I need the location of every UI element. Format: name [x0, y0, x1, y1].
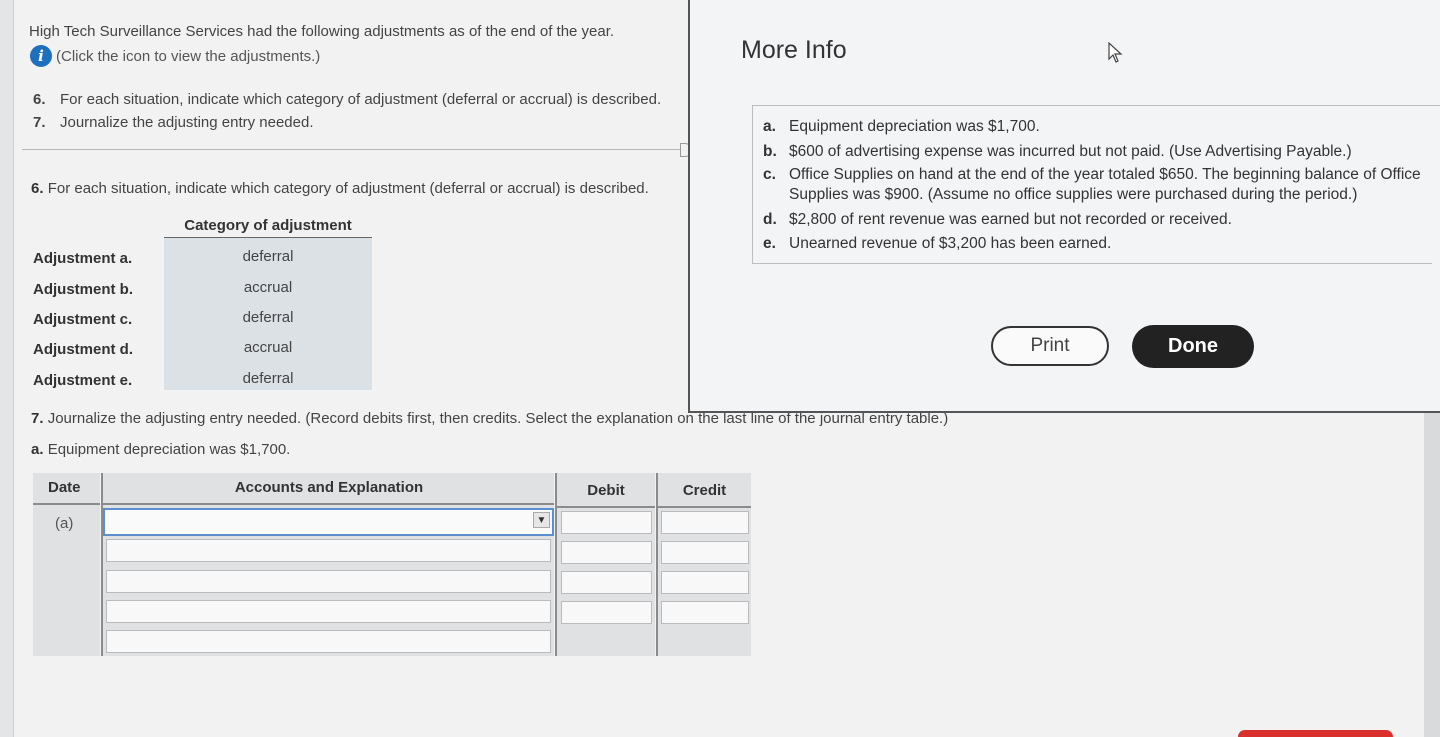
category-answer[interactable]: deferral: [164, 370, 372, 387]
table-row: Adjustment a. deferral: [31, 244, 372, 274]
debit-input[interactable]: [561, 571, 652, 594]
print-button[interactable]: Print: [991, 326, 1109, 366]
debit-input[interactable]: [561, 511, 652, 534]
credit-input[interactable]: [661, 511, 749, 534]
adjustment-a-prompt: a. Equipment depreciation was $1,700.: [31, 441, 291, 458]
list-item: c. Office Supplies on hand at the end of …: [763, 166, 1421, 203]
category-answer[interactable]: deferral: [164, 309, 372, 326]
account-input[interactable]: [106, 600, 551, 623]
column-divider: [100, 473, 103, 656]
info-icon[interactable]: i: [30, 45, 52, 67]
category-answer[interactable]: accrual: [164, 279, 372, 296]
table-row: Adjustment e. deferral: [31, 366, 372, 396]
steps-list: 6. For each situation, indicate which cat…: [33, 88, 661, 134]
credit-header: Credit: [658, 476, 751, 508]
column-divider: [554, 473, 557, 656]
step-item: 7. Journalize the adjusting entry needed.: [33, 114, 314, 131]
date-cell: (a): [55, 515, 74, 532]
debit-input[interactable]: [561, 601, 652, 624]
section-divider: [22, 149, 684, 150]
chevron-down-icon[interactable]: ▼: [533, 512, 550, 528]
table-row: Adjustment c. deferral: [31, 305, 372, 335]
credit-input[interactable]: [661, 541, 749, 564]
mouse-pointer-icon: [1108, 42, 1123, 63]
list-item: b. $600 of advertising expense was incurr…: [763, 143, 1352, 160]
table-row: Adjustment b. accrual: [31, 275, 372, 305]
bottom-action-button[interactable]: [1238, 730, 1393, 737]
category-header: Category of adjustment: [164, 214, 372, 238]
date-header: Date: [33, 473, 100, 505]
accounts-header: Accounts and Explanation: [103, 473, 555, 505]
account-input[interactable]: [106, 539, 551, 562]
table-row: Adjustment d. accrual: [31, 335, 372, 365]
journal-entry-table: Date Accounts and Explanation Debit Cred…: [33, 473, 751, 656]
credit-input[interactable]: [661, 601, 749, 624]
list-item: e. Unearned revenue of $3,200 has been ea…: [763, 235, 1112, 252]
debit-input[interactable]: [561, 541, 652, 564]
list-item: d. $2,800 of rent revenue was earned but …: [763, 211, 1232, 228]
account-input[interactable]: [106, 570, 551, 593]
column-divider: [655, 473, 658, 656]
question-6: 6. For each situation, indicate which ca…: [31, 180, 649, 197]
credit-input[interactable]: [661, 571, 749, 594]
info-link-row[interactable]: i (Click the icon to view the adjustment…: [30, 45, 320, 67]
done-button[interactable]: Done: [1132, 325, 1254, 368]
left-edge-scroll: [0, 0, 14, 737]
dialog-title: More Info: [741, 36, 847, 64]
problem-intro: High Tech Surveillance Services had the …: [29, 23, 615, 40]
category-answer[interactable]: accrual: [164, 339, 372, 356]
more-info-dialog: More Info a. Equipment depreciation was $…: [688, 0, 1440, 413]
category-answer[interactable]: deferral: [164, 248, 372, 265]
info-link-text[interactable]: (Click the icon to view the adjustments.…: [56, 48, 320, 65]
explanation-input[interactable]: [106, 630, 551, 653]
account-select[interactable]: ▼: [103, 508, 554, 536]
debit-header: Debit: [557, 476, 655, 508]
adjustments-list: a. Equipment depreciation was $1,700. b. $…: [752, 106, 1432, 264]
step-item: 6. For each situation, indicate which cat…: [33, 91, 662, 108]
list-item: a. Equipment depreciation was $1,700.: [763, 118, 1040, 135]
